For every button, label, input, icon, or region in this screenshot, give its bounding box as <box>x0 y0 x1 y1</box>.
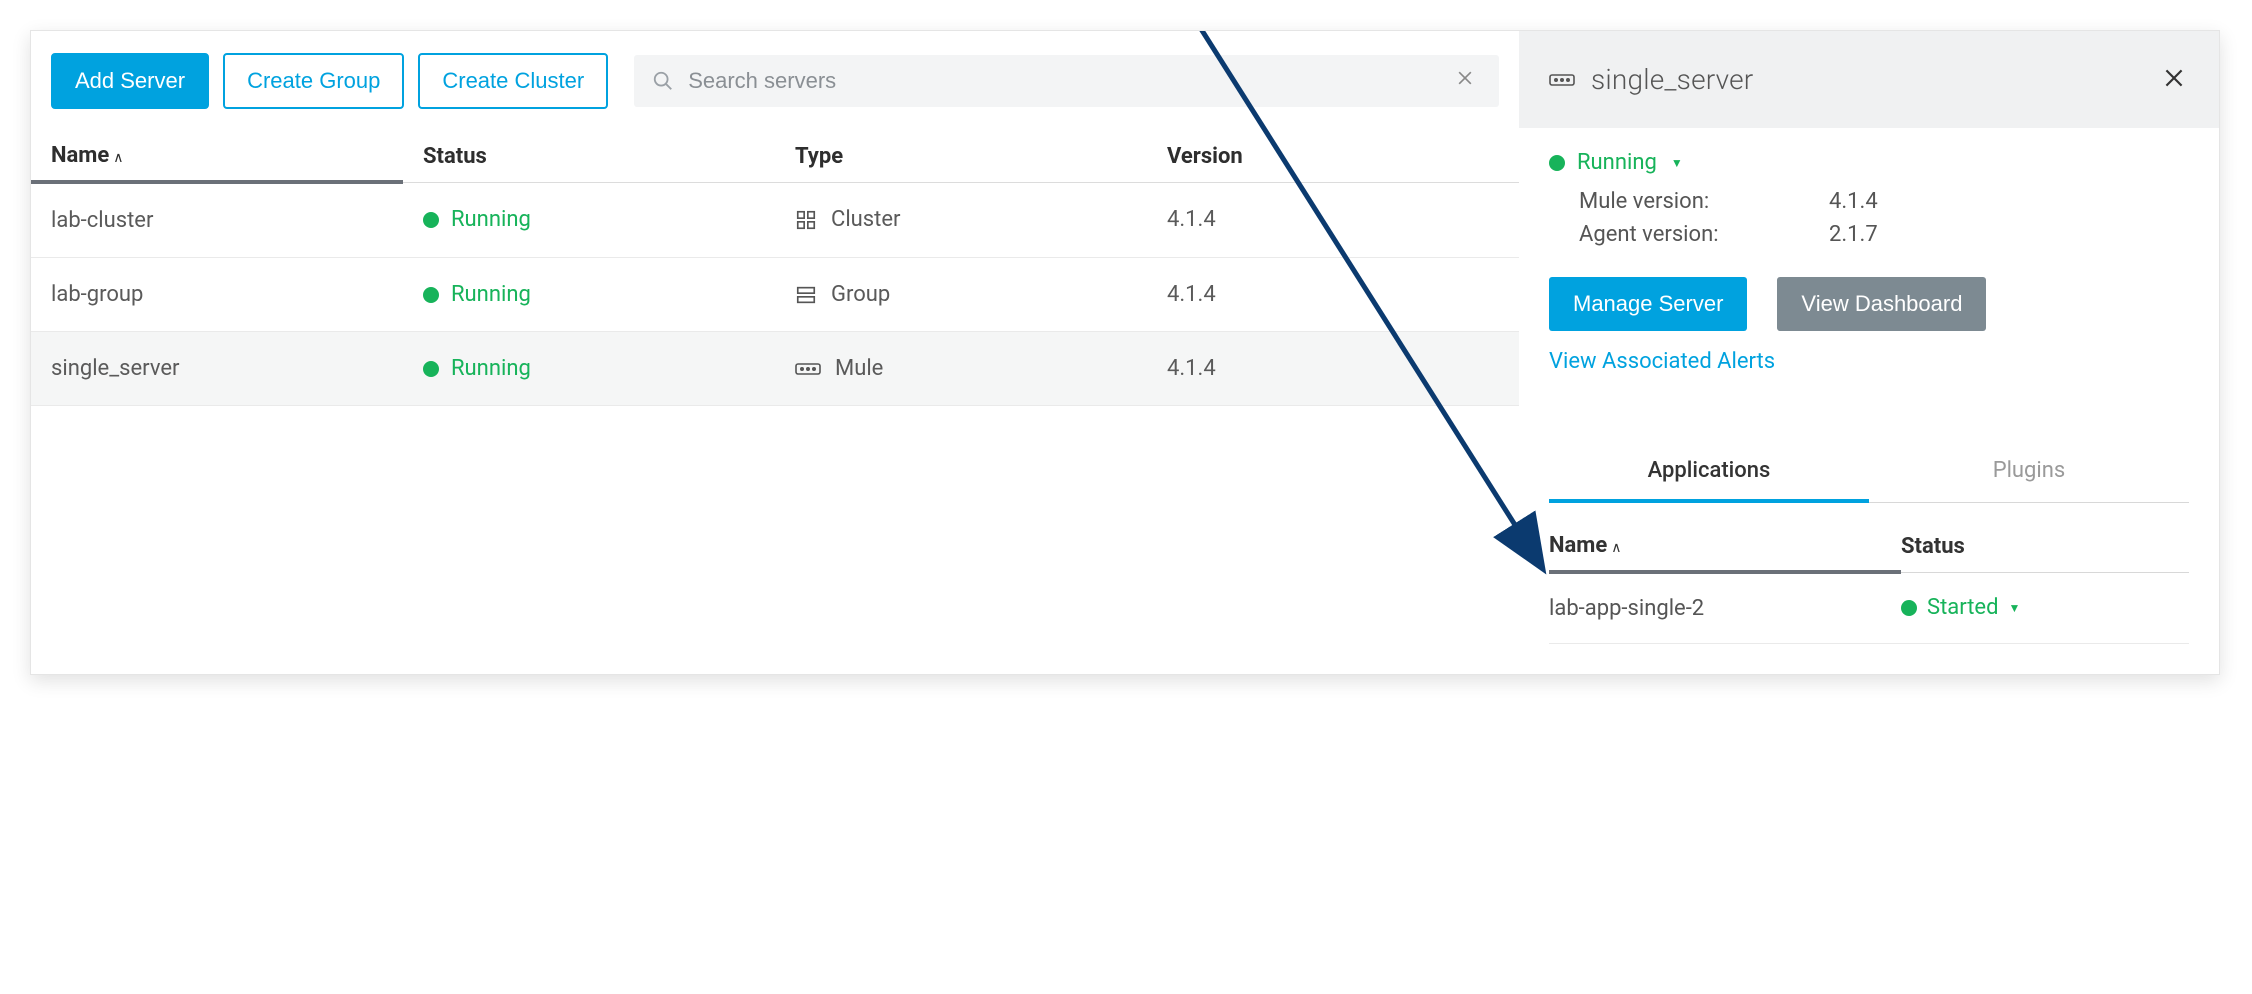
table-row[interactable]: lab-group Running Group 4.1.4 <box>31 258 1519 332</box>
search-wrap <box>634 55 1499 107</box>
status-dot-icon <box>423 361 439 377</box>
mule-icon <box>795 360 821 378</box>
view-dashboard-button[interactable]: View Dashboard <box>1777 277 1986 331</box>
view-associated-alerts-link[interactable]: View Associated Alerts <box>1549 349 1775 374</box>
search-input[interactable] <box>674 68 1449 94</box>
cell-version: 4.1.4 <box>1147 258 1519 332</box>
applications-table: Name∧ Status lab-app-single-2 Started ▼ <box>1549 523 2189 644</box>
server-detail-panel: single_server Running ▼ Mule version: 4.… <box>1519 31 2219 674</box>
group-icon <box>795 284 817 306</box>
col-name[interactable]: Name∧ <box>31 129 403 182</box>
cell-status: Running <box>403 182 775 258</box>
agent-version-label: Agent version: <box>1579 222 1829 247</box>
cell-name: single_server <box>31 332 403 406</box>
toolbar: Add Server Create Group Create Cluster <box>31 53 1519 129</box>
status-text: Running <box>1577 150 1657 175</box>
cell-status: Running <box>403 332 775 406</box>
close-icon <box>2161 65 2187 91</box>
detail-header: single_server <box>1519 31 2219 128</box>
cell-version: 4.1.4 <box>1147 182 1519 258</box>
status-text: Running <box>451 356 531 381</box>
col-version[interactable]: Version <box>1147 129 1519 182</box>
status-dot-icon <box>1549 155 1565 171</box>
status-dropdown[interactable]: Running ▼ <box>1549 150 2189 175</box>
app-status-cell: Started ▼ <box>1901 572 2189 644</box>
app-name: lab-app-single-2 <box>1549 572 1901 644</box>
agent-version-row: Agent version: 2.1.7 <box>1549 218 2189 251</box>
close-icon <box>1455 68 1475 88</box>
create-cluster-button[interactable]: Create Cluster <box>418 53 608 109</box>
status-text: Started <box>1927 595 1999 620</box>
search-clear-button[interactable] <box>1449 61 1481 101</box>
cell-name: lab-group <box>31 258 403 332</box>
detail-body: Running ▼ Mule version: 4.1.4 Agent vers… <box>1519 128 2219 674</box>
apps-col-name[interactable]: Name∧ <box>1549 523 1901 572</box>
chevron-down-icon: ▼ <box>2009 601 2021 615</box>
app-container: Add Server Create Group Create Cluster N… <box>30 30 2220 675</box>
sort-asc-icon: ∧ <box>113 150 123 166</box>
status-dot-icon <box>1901 600 1917 616</box>
close-detail-button[interactable] <box>2155 59 2193 100</box>
mule-version-value: 4.1.4 <box>1829 189 1878 214</box>
col-status[interactable]: Status <box>403 129 775 182</box>
cluster-icon <box>795 209 817 231</box>
cell-type: Mule <box>775 332 1147 406</box>
app-status-dropdown[interactable]: Started ▼ <box>1901 595 2189 620</box>
status-text: Running <box>451 282 531 307</box>
mule-version-row: Mule version: 4.1.4 <box>1549 185 2189 218</box>
tab-applications[interactable]: Applications <box>1549 442 1869 503</box>
status-dot-icon <box>423 212 439 228</box>
add-server-button[interactable]: Add Server <box>51 53 209 109</box>
detail-tabs: Applications Plugins <box>1549 442 2189 503</box>
cell-type: Group <box>775 258 1147 332</box>
tab-plugins[interactable]: Plugins <box>1869 442 2189 503</box>
action-buttons: Manage Server View Dashboard <box>1549 277 2189 331</box>
detail-title: single_server <box>1591 63 2139 96</box>
table-row[interactable]: lab-cluster Running Cluster 4.1.4 <box>31 182 1519 258</box>
cell-status: Running <box>403 258 775 332</box>
search-icon <box>652 70 674 92</box>
table-row[interactable]: lab-app-single-2 Started ▼ <box>1549 572 2189 644</box>
status-text: Running <box>451 207 531 232</box>
chevron-down-icon: ▼ <box>1671 156 1683 170</box>
sort-asc-icon: ∧ <box>1611 540 1621 556</box>
apps-col-status[interactable]: Status <box>1901 523 2189 572</box>
table-row[interactable]: single_server Running Mule 4.1.4 <box>31 332 1519 406</box>
create-group-button[interactable]: Create Group <box>223 53 404 109</box>
manage-server-button[interactable]: Manage Server <box>1549 277 1747 331</box>
agent-version-value: 2.1.7 <box>1829 222 1878 247</box>
servers-table: Name∧ Status Type Version lab-cluster Ru… <box>31 129 1519 406</box>
server-list-panel: Add Server Create Group Create Cluster N… <box>31 31 1519 674</box>
cell-version: 4.1.4 <box>1147 332 1519 406</box>
mule-icon <box>1549 71 1575 89</box>
cell-name: lab-cluster <box>31 182 403 258</box>
cell-type: Cluster <box>775 182 1147 258</box>
mule-version-label: Mule version: <box>1579 189 1829 214</box>
status-dot-icon <box>423 287 439 303</box>
col-type[interactable]: Type <box>775 129 1147 182</box>
